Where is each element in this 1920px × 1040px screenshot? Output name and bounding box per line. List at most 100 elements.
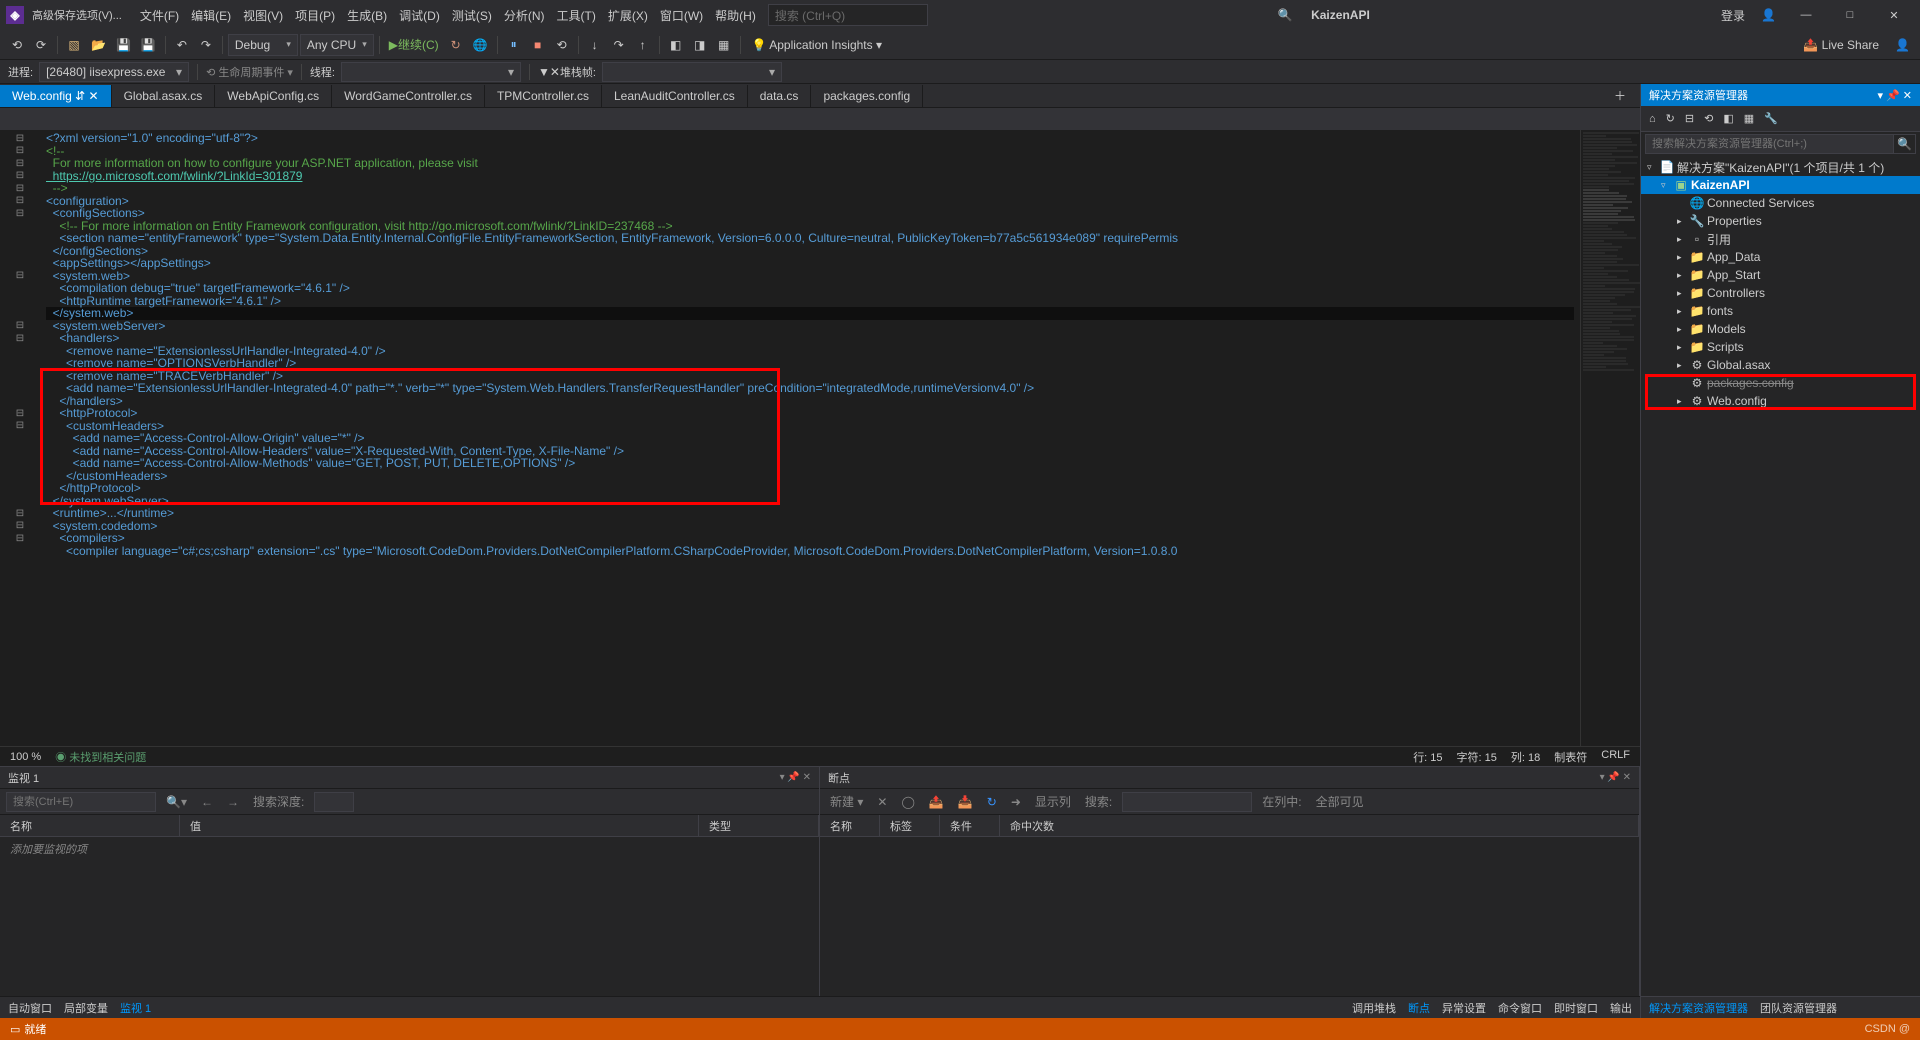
step-out-icon[interactable]: ↑ xyxy=(632,34,654,56)
menu-视图(V)[interactable]: 视图(V) xyxy=(237,3,289,28)
menu-工具(T)[interactable]: 工具(T) xyxy=(551,3,602,28)
filter-icon-2[interactable]: ✕ xyxy=(550,65,560,79)
search-icon[interactable]: 🔍 xyxy=(1894,134,1916,154)
bp-col-label[interactable]: 标签 xyxy=(880,815,940,836)
tree-item-Web.config[interactable]: ▸⚙Web.config xyxy=(1641,392,1920,410)
tree-item-App_Data[interactable]: ▸📁App_Data xyxy=(1641,248,1920,266)
menu-编辑(E)[interactable]: 编辑(E) xyxy=(185,3,237,28)
home-icon[interactable]: ⌂ xyxy=(1645,111,1660,127)
bp-col-cond[interactable]: 条件 xyxy=(940,815,1000,836)
tab-WordGameController.cs[interactable]: WordGameController.cs xyxy=(332,85,485,107)
watch-search[interactable] xyxy=(6,792,156,812)
extra-icon-2[interactable]: ◨ xyxy=(689,34,711,56)
stop-icon[interactable]: ■ xyxy=(527,34,549,56)
btab-监视 1[interactable]: 监视 1 xyxy=(120,1000,151,1016)
restart-icon[interactable]: ⟲ xyxy=(551,34,573,56)
tab-LeanAuditController.cs[interactable]: LeanAuditController.cs xyxy=(602,85,748,107)
issues-status[interactable]: ◉ 未找到相关问题 xyxy=(55,749,146,765)
collapse-icon[interactable]: ⊟ xyxy=(1681,110,1698,127)
delete-icon[interactable]: ✕ xyxy=(873,795,891,809)
config-dropdown[interactable]: Debug xyxy=(228,34,298,56)
refresh-icon[interactable]: ↻ xyxy=(983,795,1001,809)
login-link[interactable]: 登录 xyxy=(1715,7,1751,24)
zoom-level[interactable]: 100 % xyxy=(10,751,41,763)
btab-调用堆栈[interactable]: 调用堆栈 xyxy=(1352,1000,1396,1016)
menu-调试(D)[interactable]: 调试(D) xyxy=(393,3,446,28)
pause-icon[interactable]: ⏸ xyxy=(503,34,525,56)
tree-item-App_Start[interactable]: ▸📁App_Start xyxy=(1641,266,1920,284)
step-into-icon[interactable]: ↓ xyxy=(584,34,606,56)
indent-mode[interactable]: 制表符 xyxy=(1554,749,1587,765)
open-icon[interactable]: 📂 xyxy=(87,34,110,56)
btab-断点[interactable]: 断点 xyxy=(1408,1000,1430,1016)
tree-item-Models[interactable]: ▸📁Models xyxy=(1641,320,1920,338)
btab-局部变量[interactable]: 局部变量 xyxy=(64,1000,108,1016)
col-name[interactable]: 名称 xyxy=(0,815,180,836)
btab-即时窗口[interactable]: 即时窗口 xyxy=(1554,1000,1598,1016)
menu-文件(F)[interactable]: 文件(F) xyxy=(134,3,185,28)
new-breakpoint[interactable]: 新建 ▾ xyxy=(826,793,867,810)
extra-icon-1[interactable]: ◧ xyxy=(665,34,687,56)
step-over-icon[interactable]: ↷ xyxy=(608,34,630,56)
tab-TPMController.cs[interactable]: TPMController.cs xyxy=(485,85,602,107)
tree-item-引用[interactable]: ▸▫引用 xyxy=(1641,230,1920,248)
save-all-icon[interactable]: 💾 xyxy=(137,34,160,56)
redo-icon[interactable]: ↷ xyxy=(195,34,217,56)
code-editor[interactable]: <?xml version="1.0" encoding="utf-8"?><!… xyxy=(40,130,1580,746)
bp-col-hit[interactable]: 命中次数 xyxy=(1000,815,1639,836)
tree-item-Properties[interactable]: ▸🔧Properties xyxy=(1641,212,1920,230)
tab-Global.asax.cs[interactable]: Global.asax.cs xyxy=(112,85,216,107)
save-icon[interactable]: 💾 xyxy=(112,34,135,56)
tree-item-Controllers[interactable]: ▸📁Controllers xyxy=(1641,284,1920,302)
menu-项目(P)[interactable]: 项目(P) xyxy=(289,3,341,28)
browser-icon[interactable]: 🌐 xyxy=(469,34,492,56)
tree-item-Global.asax[interactable]: ▸⚙Global.asax xyxy=(1641,356,1920,374)
properties-icon[interactable]: 🔧 xyxy=(1760,110,1782,127)
nav-left-icon[interactable]: ← xyxy=(197,795,217,809)
export-icon[interactable]: 📤 xyxy=(925,795,948,809)
depth-input[interactable] xyxy=(314,792,354,812)
columns-btn[interactable]: 显示列 xyxy=(1031,793,1075,810)
bp-col-name[interactable]: 名称 xyxy=(820,815,880,836)
process-dropdown[interactable]: [26480] iisexpress.exe xyxy=(39,62,189,82)
all-visible[interactable]: 全部可见 xyxy=(1312,793,1368,810)
sync-icon[interactable]: ⟲ xyxy=(1700,110,1717,127)
tree-item-Scripts[interactable]: ▸📁Scripts xyxy=(1641,338,1920,356)
back-icon[interactable]: ⟲ xyxy=(6,34,28,56)
tree-root[interactable]: ▿📄解决方案"KaizenAPI"(1 个项目/共 1 个) xyxy=(1641,158,1920,176)
enable-icon[interactable]: ◯ xyxy=(897,795,918,809)
menu-帮助(H)[interactable]: 帮助(H) xyxy=(709,3,762,28)
pin-icon[interactable]: ▾ 📌 ✕ xyxy=(1600,772,1631,783)
minimap[interactable] xyxy=(1580,130,1640,746)
tab-data.cs[interactable]: data.cs xyxy=(748,85,812,107)
col-type[interactable]: 类型 xyxy=(699,815,819,836)
maximize-button[interactable]: □ xyxy=(1830,1,1870,29)
rptab-解决方案资源管理器[interactable]: 解决方案资源管理器 xyxy=(1649,1000,1748,1016)
solution-tree[interactable]: ▿📄解决方案"KaizenAPI"(1 个项目/共 1 个)▿▣KaizenAP… xyxy=(1641,156,1920,996)
live-share-button[interactable]: 📤 Live Share xyxy=(1797,38,1885,52)
menu-测试(S)[interactable]: 测试(S) xyxy=(446,3,498,28)
menu-生成(B)[interactable]: 生成(B) xyxy=(341,3,393,28)
tree-item-fonts[interactable]: ▸📁fonts xyxy=(1641,302,1920,320)
user-icon[interactable]: 👤 xyxy=(1755,8,1782,22)
tab-WebApiConfig.cs[interactable]: WebApiConfig.cs xyxy=(215,85,332,107)
btab-命令窗口[interactable]: 命令窗口 xyxy=(1498,1000,1542,1016)
menu-扩展(X)[interactable]: 扩展(X) xyxy=(602,3,654,28)
tree-project[interactable]: ▿▣KaizenAPI xyxy=(1641,176,1920,194)
continue-button[interactable]: ▶ 继续(C) xyxy=(385,34,443,56)
line-ending[interactable]: CRLF xyxy=(1601,749,1630,765)
close-button[interactable]: ✕ xyxy=(1874,1,1914,29)
new-icon[interactable]: ▧ xyxy=(63,34,85,56)
tree-item-packages.config[interactable]: ⚙packages.config xyxy=(1641,374,1920,392)
filter-icon-1[interactable]: ▼ xyxy=(538,65,550,79)
refresh-icon[interactable]: ↻ xyxy=(445,34,467,56)
tab-Web.config[interactable]: Web.config ⇵ ✕ xyxy=(0,85,112,107)
btab-异常设置[interactable]: 异常设置 xyxy=(1442,1000,1486,1016)
refresh-icon[interactable]: ↻ xyxy=(1662,110,1679,127)
search-icon[interactable]: 🔍▾ xyxy=(162,795,191,809)
goto-icon[interactable]: ➜ xyxy=(1007,795,1025,809)
rptab-团队资源管理器[interactable]: 团队资源管理器 xyxy=(1760,1000,1837,1016)
tab-add-icon[interactable]: ＋ xyxy=(1608,87,1632,104)
stackframe-dropdown[interactable] xyxy=(602,62,782,82)
col-value[interactable]: 值 xyxy=(180,815,699,836)
